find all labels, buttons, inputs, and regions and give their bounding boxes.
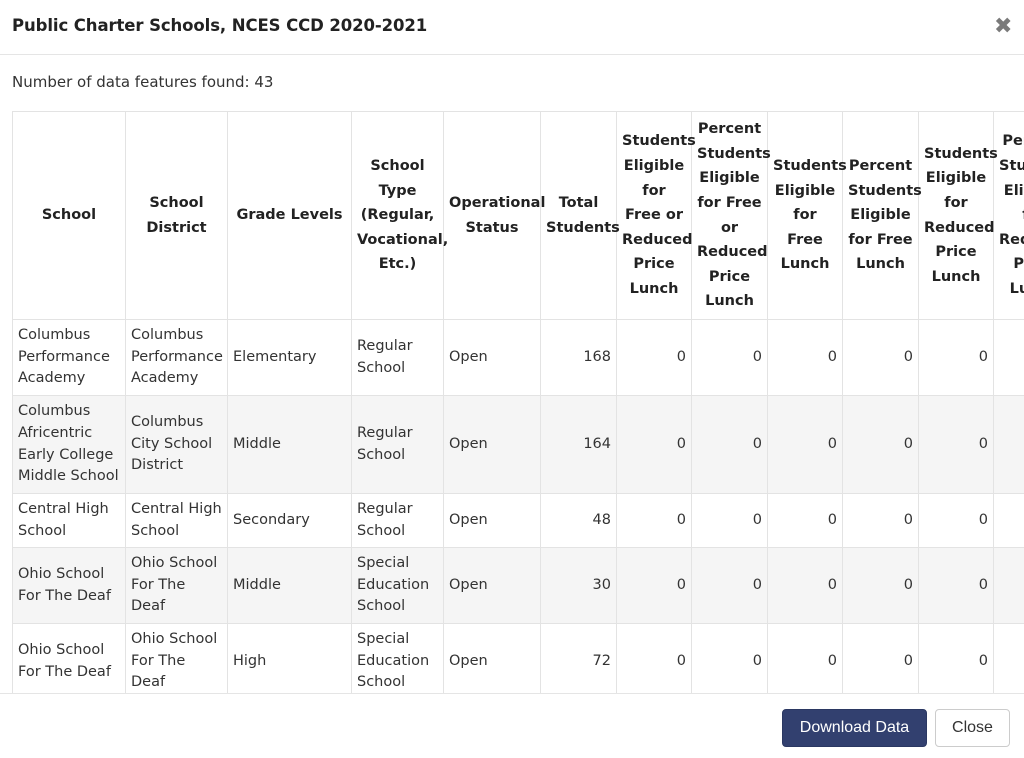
column-header: Students Eligible for Free or Reduced Pr… (616, 111, 696, 320)
table-cell: 72 (540, 623, 617, 693)
table-cell: Middle (227, 547, 352, 624)
column-header: Total Students (540, 111, 620, 320)
table-cell: Ohio School For The Deaf (125, 547, 228, 624)
table-cell: Secondary (227, 493, 352, 548)
table-cell: 30 (540, 547, 617, 624)
close-button[interactable]: Close (935, 709, 1010, 747)
table-cell: Elementary (227, 319, 352, 396)
table-cell: Ohio School For The Deaf (12, 623, 126, 693)
column-header: School Type (Regular, Vocational, Etc.) (351, 111, 448, 320)
table-cell (993, 319, 1024, 396)
table-cell: 0 (616, 493, 692, 548)
table-cell: 0 (691, 547, 768, 624)
feature-count: Number of data features found: 43 (12, 73, 274, 91)
table-cell: 0 (918, 319, 994, 396)
table-cell: Central High School (12, 493, 126, 548)
table-cell: 0 (918, 623, 994, 693)
column-header: Students Eligible for Reduced Price Lunc… (918, 111, 998, 320)
table-cell: Open (443, 395, 541, 494)
table-cell (993, 547, 1024, 624)
column-header: Operational Status (443, 111, 545, 320)
table-cell: 0 (691, 623, 768, 693)
table-cell: Regular School (351, 395, 444, 494)
table-cell: 48 (540, 493, 617, 548)
table-cell: Columbus Performance Academy (125, 319, 228, 396)
table-cell: Ohio School For The Deaf (12, 547, 126, 624)
table-row[interactable]: Columbus Performance Academy Columbus Per… (12, 319, 1024, 396)
download-data-button[interactable]: Download Data (782, 709, 927, 747)
table-cell: Open (443, 547, 541, 624)
table-cell: 0 (767, 623, 843, 693)
table-cell: 0 (842, 623, 919, 693)
table-cell: Special Education School (351, 623, 444, 693)
modal-header: Public Charter Schools, NCES CCD 2020-20… (0, 0, 1024, 55)
column-header: Percent Students Eligible for Reduced Pr… (993, 111, 1024, 320)
table-row[interactable]: Central High School Central High School Se… (12, 493, 1024, 548)
column-header: School (12, 111, 126, 320)
table-cell: Open (443, 319, 541, 396)
table-row[interactable]: Ohio School For The Deaf Ohio School For … (12, 623, 1024, 693)
table-cell: 0 (691, 319, 768, 396)
table-row[interactable]: Columbus Africentric Early College Middl… (12, 395, 1024, 494)
table-cell: Central High School (125, 493, 228, 548)
table-cell: 0 (767, 493, 843, 548)
table-cell: 0 (616, 623, 692, 693)
column-header: Percent Students Eligible for Free Lunch (842, 111, 922, 320)
table-cell: 0 (691, 395, 768, 494)
table-cell: 0 (767, 319, 843, 396)
modal-body: Number of data features found: 43 School… (0, 55, 1024, 693)
table-row[interactable]: Ohio School For The Deaf Ohio School For … (12, 547, 1024, 624)
table-cell (993, 493, 1024, 548)
table-cell: Open (443, 493, 541, 548)
table-cell (993, 623, 1024, 693)
table-cell (993, 395, 1024, 494)
table-cell: 0 (767, 395, 843, 494)
table-cell: 0 (842, 547, 919, 624)
modal-title: Public Charter Schools, NCES CCD 2020-20… (12, 16, 428, 35)
table-cell: Middle (227, 395, 352, 494)
table-cell: Regular School (351, 319, 444, 396)
table-cell: 0 (842, 493, 919, 548)
data-table: School School District Grade Levels School … (12, 111, 1024, 693)
table-cell: 0 (918, 547, 994, 624)
table-scroll-container[interactable]: School School District Grade Levels School … (12, 111, 1024, 693)
table-cell: 164 (540, 395, 617, 494)
table-cell: Open (443, 623, 541, 693)
modal-footer: Download Data Close (0, 693, 1024, 758)
table-cell: 0 (767, 547, 843, 624)
table-cell: 0 (616, 395, 692, 494)
data-modal: Public Charter Schools, NCES CCD 2020-20… (0, 0, 1024, 758)
table-cell: 168 (540, 319, 617, 396)
table-cell: Regular School (351, 493, 444, 548)
table-header-row: School School District Grade Levels School … (12, 111, 1024, 320)
table-cell: 0 (616, 547, 692, 624)
table-cell: 0 (842, 395, 919, 494)
table-cell: Columbus Performance Academy (12, 319, 126, 396)
table-cell: 0 (918, 493, 994, 548)
table-cell: 0 (918, 395, 994, 494)
table-cell: Special Education School (351, 547, 444, 624)
column-header: Percent Students Eligible for Free or Re… (691, 111, 771, 320)
column-header: Grade Levels (227, 111, 352, 320)
table-cell: Columbus City School District (125, 395, 228, 494)
table-cell: 0 (616, 319, 692, 396)
close-x-icon[interactable]: ✖ (994, 16, 1012, 38)
table-cell: 0 (842, 319, 919, 396)
column-header: Students Eligible for Free Lunch (767, 111, 847, 320)
column-header: School District (125, 111, 228, 320)
table-cell: 0 (691, 493, 768, 548)
table-cell: High (227, 623, 352, 693)
table-cell: Ohio School For The Deaf (125, 623, 228, 693)
table-cell: Columbus Africentric Early College Middl… (12, 395, 126, 494)
